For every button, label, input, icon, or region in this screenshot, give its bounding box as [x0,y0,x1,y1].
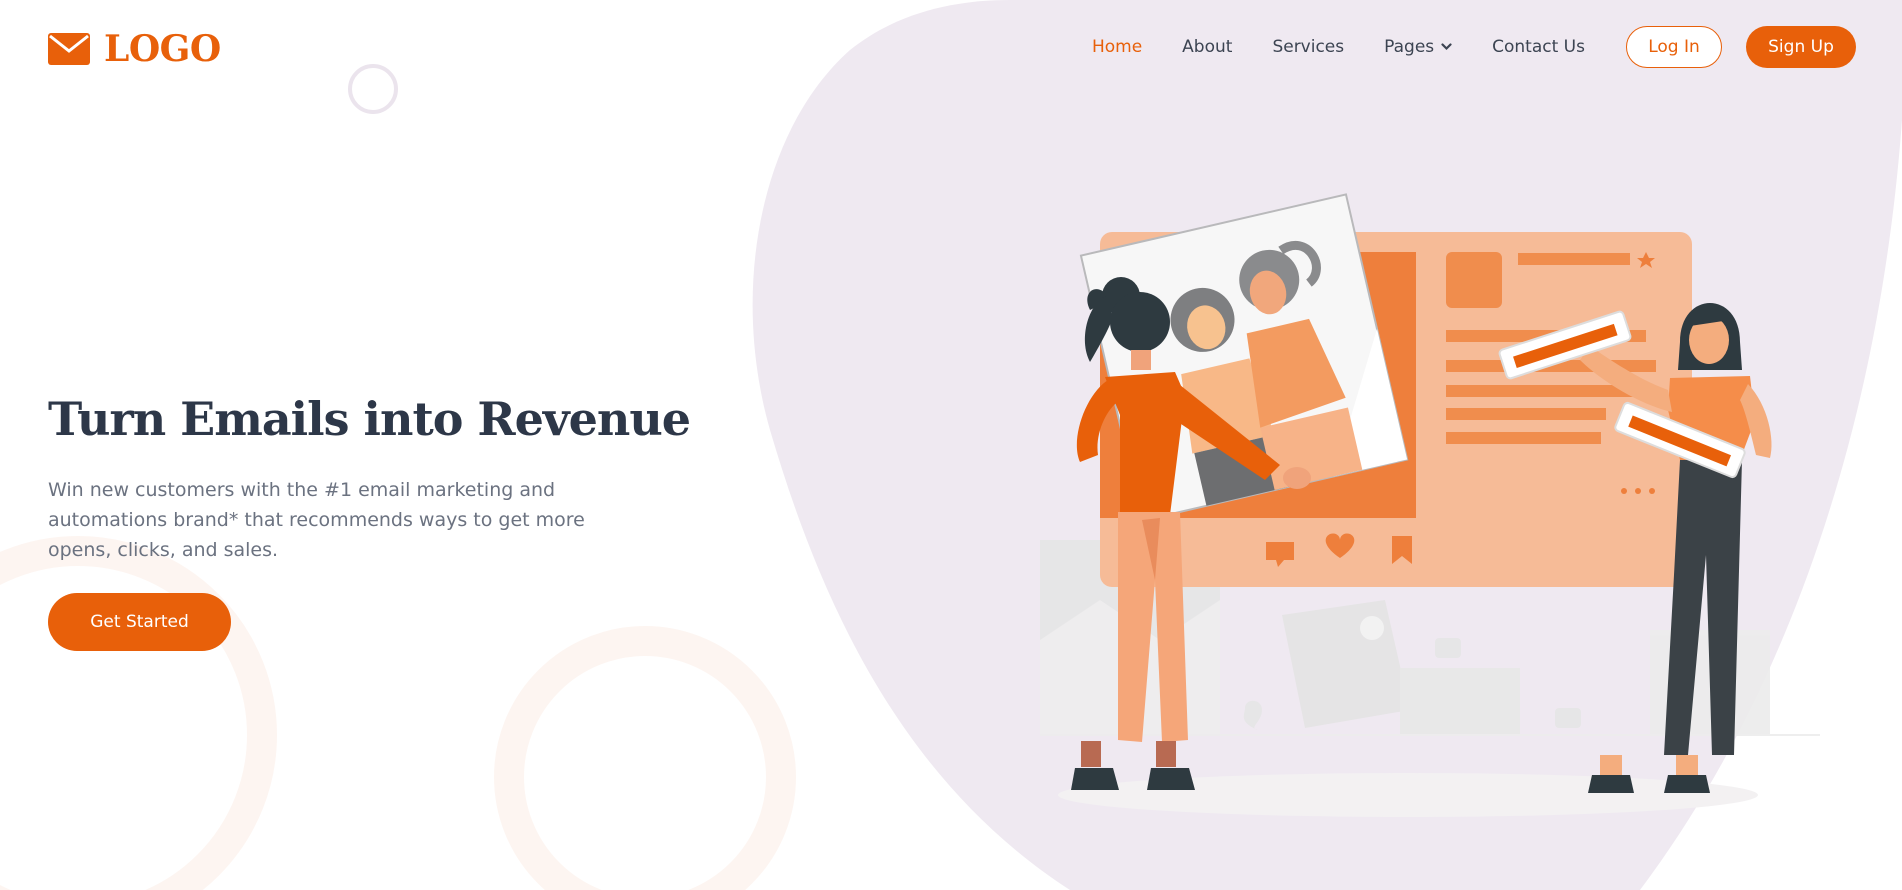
nav-item-pages[interactable]: Pages [1384,37,1452,57]
envelope-icon [48,33,90,65]
logo-text: LOGO [104,28,221,70]
chevron-down-icon [1441,43,1452,51]
nav-item-contact[interactable]: Contact Us [1492,37,1585,57]
hero-subtitle: Win new customers with the #1 email mark… [48,479,585,562]
site-header: LOGO Home About Services Pages Contact U… [0,0,1902,96]
main-nav: Home About Services Pages Contact Us Log… [1092,26,1856,68]
signup-button[interactable]: Sign Up [1746,26,1856,68]
login-button[interactable]: Log In [1626,26,1722,68]
nav-item-home[interactable]: Home [1092,37,1142,57]
logo[interactable]: LOGO [48,28,221,70]
decorative-ring-center [494,626,796,890]
nav-item-services[interactable]: Services [1272,37,1344,57]
nav-item-pages-label: Pages [1384,37,1435,57]
nav-item-about[interactable]: About [1182,37,1232,57]
hero-illustration [1040,193,1820,817]
get-started-button[interactable]: Get Started [48,593,231,652]
hero-title: Turn Emails into Revenue [48,392,691,446]
hero-section: Turn Emails into Revenue Win new custome… [48,392,691,652]
